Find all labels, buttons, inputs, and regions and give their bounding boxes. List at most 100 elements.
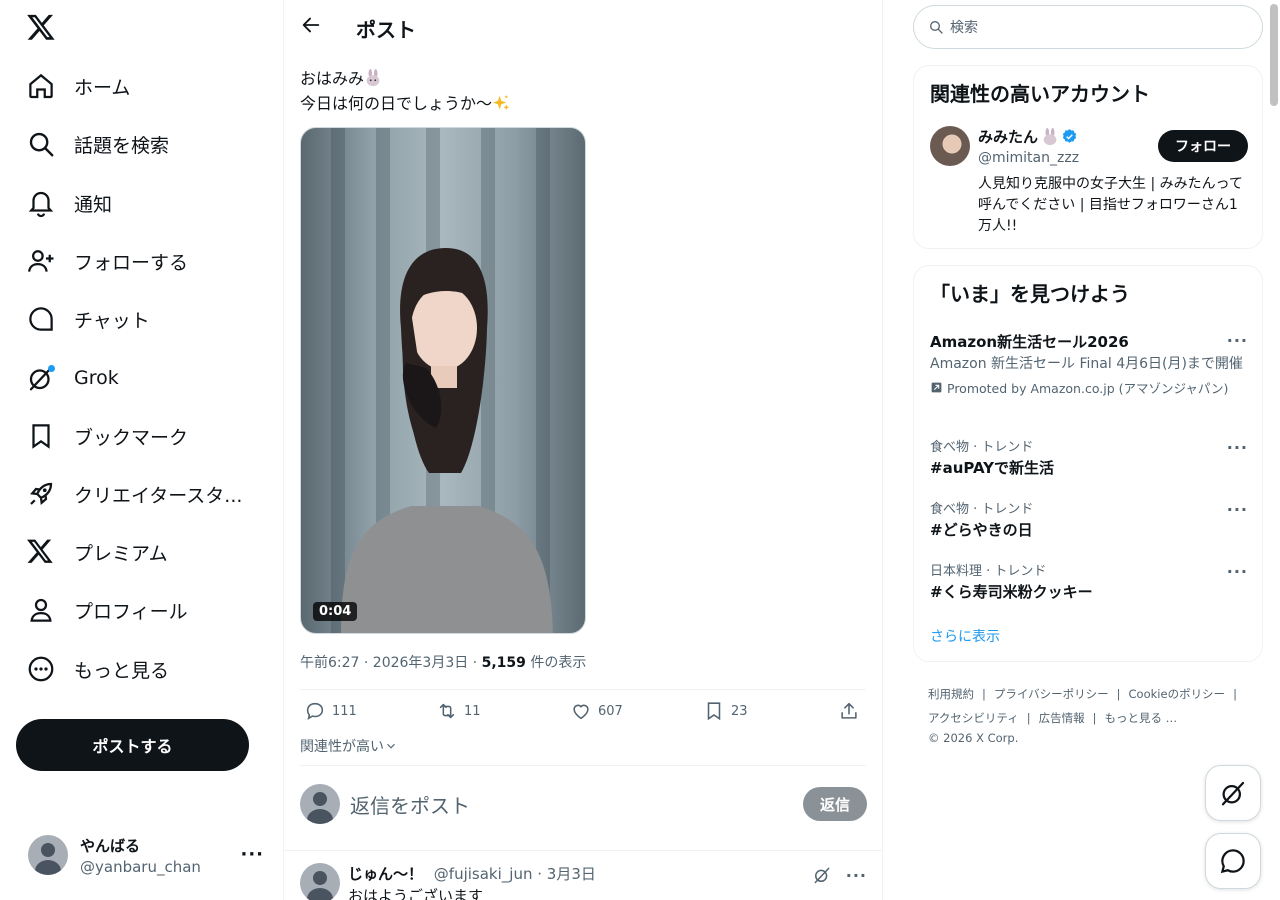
scrollbar[interactable] (1270, 4, 1278, 106)
nav-home[interactable]: ホーム (26, 66, 130, 106)
nav-profile[interactable]: プロフィール (26, 590, 188, 630)
post-text-line: 今日は何の日でしょうか〜 (300, 94, 493, 113)
account-bio: 人見知り克服中の女子大生 | みみたんって呼んでください | 目指せフォロワーさ… (978, 176, 1243, 234)
more-dots-icon[interactable]: ··· (1227, 562, 1248, 581)
promoted-label: Promoted by Amazon.co.jp (アマゾンジャパン) (930, 378, 1248, 397)
nav-creator-studio[interactable]: クリエイタースタ... (26, 474, 242, 514)
back-arrow-icon[interactable] (300, 14, 324, 38)
grok-icon[interactable] (812, 865, 832, 885)
more-dots-icon[interactable]: ··· (1227, 500, 1248, 519)
search-icon (930, 21, 943, 34)
footer-link[interactable]: Cookieのポリシー (1129, 687, 1226, 701)
more-dots-icon[interactable]: ··· (846, 866, 867, 885)
post-time[interactable]: 午前6:27 · 2026年3月3日 · (300, 655, 482, 671)
account-switcher[interactable]: やんばる @yanbaru_chan ··· (28, 832, 268, 878)
nav-follow[interactable]: フォローする (26, 241, 188, 281)
chat-float-button[interactable] (1205, 833, 1261, 889)
reply-action[interactable]: 111 (304, 700, 357, 722)
reply-date: · 3月3日 (537, 865, 596, 883)
trend-item[interactable]: 日本料理 · トレンド #くら寿司米粉クッキー ··· (930, 560, 1248, 602)
nav-explore[interactable]: 話題を検索 (26, 124, 169, 164)
reply-icon (306, 702, 324, 720)
footer-links: 利用規約 | プライバシーポリシー | Cookieのポリシー | アクセシビリティ | 広告… (928, 682, 1268, 746)
bookmark-count: 23 (731, 703, 748, 719)
nav-label: 話題を検索 (74, 134, 170, 157)
footer-link[interactable]: アクセシビリティ (928, 711, 1019, 725)
account-name-text: みみたん (978, 128, 1039, 146)
bookmark-icon (26, 421, 56, 451)
post-video[interactable]: 0:04 (300, 127, 586, 634)
account-handle: @mimitan_zzz (978, 150, 1080, 166)
repost-icon (439, 703, 455, 719)
home-icon (26, 71, 56, 101)
reply-button[interactable]: 返信 (803, 787, 867, 821)
divider (300, 765, 866, 766)
who-to-follow-card: 関連性の高いアカウント みみたん @mimitan_zzz フォロー 人見知り克… (913, 65, 1263, 249)
grok-float-button[interactable] (1205, 765, 1261, 821)
rocket-icon (26, 479, 56, 509)
trend-name: #くら寿司米粉クッキー (930, 583, 1093, 601)
x-logo-icon[interactable] (26, 12, 58, 44)
avatar (28, 835, 68, 875)
search-placeholder: 検索 (950, 20, 978, 36)
post-button[interactable]: ポストする (16, 719, 249, 771)
like-action[interactable]: 607 (570, 700, 623, 722)
reply-composer: 返信をポスト 返信 (300, 782, 867, 826)
profile-icon (26, 595, 56, 625)
page-title: ポスト (356, 18, 416, 42)
reply-count: 111 (332, 703, 357, 719)
rabbit-emoji-icon (1041, 127, 1059, 146)
post-actions: 111 11 607 23 (300, 700, 867, 728)
share-action[interactable] (838, 700, 866, 722)
trend-name: #auPAYで新生活 (930, 459, 1055, 477)
trend-name: Amazon新生活セール2026 (930, 333, 1129, 351)
nav-bookmarks[interactable]: ブックマーク (26, 416, 188, 456)
nav-label: ホーム (74, 76, 131, 99)
bell-icon (26, 188, 56, 218)
verified-badge-icon (1062, 129, 1077, 143)
footer-link[interactable]: もっと見る … (1104, 711, 1177, 725)
nav-more[interactable]: もっと見る (26, 649, 169, 689)
notification-dot (48, 365, 55, 372)
bookmark-action[interactable]: 23 (703, 700, 748, 722)
card-title: 関連性の高いアカウント (930, 82, 1150, 106)
repost-action[interactable]: 11 (436, 700, 481, 722)
sort-label: 関連性が高い (300, 739, 384, 755)
search-input[interactable]: 検索 (913, 5, 1263, 49)
avatar (300, 784, 340, 824)
show-more-link[interactable]: さらに表示 (930, 626, 1000, 646)
trend-category: 食べ物 · トレンド (930, 440, 1034, 455)
account-handle: @yanbaru_chan (80, 857, 201, 876)
grok-icon (26, 363, 56, 393)
trend-item[interactable]: 食べ物 · トレンド #auPAYで新生活 ··· (930, 436, 1248, 478)
video-duration: 0:04 (313, 602, 358, 621)
more-dots-icon[interactable]: ··· (1227, 331, 1248, 350)
promoted-text: Promoted by Amazon.co.jp (アマゾンジャパン) (947, 381, 1229, 396)
footer-link[interactable]: プライバシーポリシー (994, 687, 1109, 701)
footer-link[interactable]: 広告情報 (1039, 711, 1085, 725)
reply-text: おはようございます (348, 887, 484, 900)
follow-button[interactable]: フォロー (1158, 130, 1248, 162)
views-label: 件の表示 (525, 655, 587, 671)
promoted-icon (931, 382, 942, 393)
nav-label: プロフィール (74, 600, 188, 623)
right-sidebar: 検索 関連性の高いアカウント みみたん @mimitan_zzz フォロー 人見… (883, 0, 1280, 900)
nav-chat[interactable]: チャット (26, 299, 150, 339)
search-icon (26, 129, 56, 159)
nav-label: チャット (74, 309, 150, 332)
like-count: 607 (598, 703, 623, 719)
nav-grok[interactable]: Grok (26, 358, 119, 398)
trends-card: 「いま」を見つけよう Amazon新生活セール2026 Amazon 新生活セー… (913, 265, 1263, 662)
chat-icon (26, 304, 56, 334)
nav-premium[interactable]: プレミアム (26, 532, 168, 572)
more-dots-icon[interactable]: ··· (240, 844, 264, 865)
trend-item[interactable]: Amazon新生活セール2026 Amazon 新生活セール Final 4月6… (930, 329, 1248, 397)
reply-input[interactable]: 返信をポスト (350, 790, 803, 819)
trend-item[interactable]: 食べ物 · トレンド #どらやきの日 ··· (930, 498, 1248, 540)
sort-relevance-dropdown[interactable]: 関連性が高い (300, 736, 398, 756)
nav-label: Grok (74, 367, 119, 389)
more-dots-icon[interactable]: ··· (1227, 438, 1248, 457)
view-count: 5,159 (481, 655, 526, 671)
footer-link[interactable]: 利用規約 (928, 687, 974, 701)
nav-notifications[interactable]: 通知 (26, 183, 112, 223)
